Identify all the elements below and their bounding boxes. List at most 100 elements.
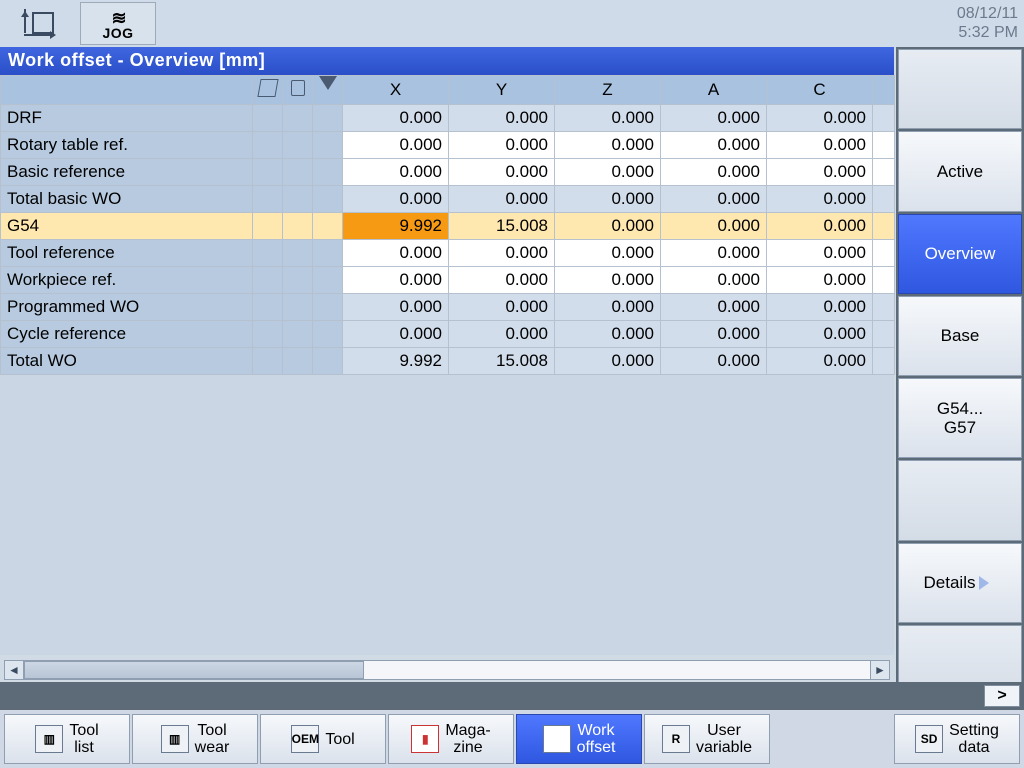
cell-C[interactable]: 0.000 [767, 213, 873, 240]
table-row[interactable]: Workpiece ref.0.0000.0000.0000.0000.000 [1, 267, 895, 294]
cell-A[interactable]: 0.000 [661, 213, 767, 240]
zigzag-icon: ≋ [111, 11, 124, 25]
softkey-tool-list[interactable]: ▥ Toollist [4, 714, 130, 764]
vkey-overview[interactable]: Overview [898, 214, 1022, 294]
cell-X[interactable]: 0.000 [343, 132, 449, 159]
cell-C[interactable]: 0.000 [767, 132, 873, 159]
cell-Y[interactable]: 0.000 [449, 186, 555, 213]
cell-Z[interactable]: 0.000 [555, 186, 661, 213]
cell-X[interactable]: 0.000 [343, 105, 449, 132]
col-header-pad [873, 76, 895, 105]
cell-X[interactable]: 0.000 [343, 159, 449, 186]
cell-Z[interactable]: 0.000 [555, 105, 661, 132]
time-text: 5:32 PM [957, 23, 1018, 42]
cell-Y[interactable]: 15.008 [449, 213, 555, 240]
vkey-base[interactable]: Base [898, 296, 1022, 376]
cell-Z[interactable]: 0.000 [555, 348, 661, 375]
offset-table: XYZACDRF0.0000.0000.0000.0000.000Rotary … [0, 75, 895, 375]
cell-A[interactable]: 0.000 [661, 267, 767, 294]
cell-Z[interactable]: 0.000 [555, 213, 661, 240]
horizontal-scrollbar[interactable]: ◄ ► [4, 660, 890, 680]
row-ico3 [313, 186, 343, 213]
cell-Z[interactable]: 0.000 [555, 132, 661, 159]
cell-A[interactable]: 0.000 [661, 348, 767, 375]
scroll-track[interactable] [24, 660, 870, 680]
cell-C[interactable]: 0.000 [767, 267, 873, 294]
vkey-active[interactable]: Active [898, 131, 1022, 211]
offset-table-area: XYZACDRF0.0000.0000.0000.0000.000Rotary … [0, 75, 894, 655]
cell-Z[interactable]: 0.000 [555, 240, 661, 267]
cell-A[interactable]: 0.000 [661, 321, 767, 348]
table-row[interactable]: Cycle reference0.0000.0000.0000.0000.000 [1, 321, 895, 348]
softkey-user-variable[interactable]: R Uservariable [644, 714, 770, 764]
scroll-right-button[interactable]: ► [870, 660, 890, 680]
cell-Z[interactable]: 0.000 [555, 321, 661, 348]
cell-A[interactable]: 0.000 [661, 240, 767, 267]
cell-X[interactable]: 9.992 [343, 348, 449, 375]
cell-A[interactable]: 0.000 [661, 159, 767, 186]
oem-icon: OEM [291, 725, 319, 753]
cell-Z[interactable]: 0.000 [555, 159, 661, 186]
softkey-tool-wear[interactable]: ▥ Toolwear [132, 714, 258, 764]
softkey-magazine[interactable]: ▮ Maga-zine [388, 714, 514, 764]
vkey-g54-g57[interactable]: G54...G57 [898, 378, 1022, 458]
more-chip[interactable]: > [984, 685, 1020, 707]
cell-X[interactable]: 0.000 [343, 186, 449, 213]
cell-Y[interactable]: 0.000 [449, 294, 555, 321]
table-row[interactable]: Tool reference0.0000.0000.0000.0000.000 [1, 240, 895, 267]
cell-X[interactable]: 9.992 [343, 213, 449, 240]
scroll-thumb[interactable] [24, 661, 364, 679]
softkey-setting-data[interactable]: SD Settingdata [894, 714, 1020, 764]
cell-X[interactable]: 0.000 [343, 294, 449, 321]
cell-A[interactable]: 0.000 [661, 294, 767, 321]
cell-X[interactable]: 0.000 [343, 321, 449, 348]
row-name: Tool reference [1, 240, 253, 267]
cell-Z[interactable]: 0.000 [555, 267, 661, 294]
row-name: Total WO [1, 348, 253, 375]
cell-Y[interactable]: 0.000 [449, 240, 555, 267]
table-row[interactable]: G549.99215.0080.0000.0000.000 [1, 213, 895, 240]
scroll-left-button[interactable]: ◄ [4, 660, 24, 680]
cell-C[interactable]: 0.000 [767, 105, 873, 132]
setting-data-icon: SD [915, 725, 943, 753]
col-header-Z: Z [555, 76, 661, 105]
jog-mode-icon[interactable]: ≋ JOG [80, 2, 156, 45]
coord-system-icon [2, 2, 78, 45]
cell-Y[interactable]: 0.000 [449, 321, 555, 348]
cell-X[interactable]: 0.000 [343, 267, 449, 294]
vkey-blank-5 [898, 460, 1022, 540]
row-ico3 [313, 159, 343, 186]
cell-C[interactable]: 0.000 [767, 159, 873, 186]
row-ico2 [283, 159, 313, 186]
cell-C[interactable]: 0.000 [767, 240, 873, 267]
cell-Y[interactable]: 0.000 [449, 159, 555, 186]
tool-list-icon: ▥ [35, 725, 63, 753]
softkey-label: Toollist [69, 722, 98, 756]
cell-Z[interactable]: 0.000 [555, 294, 661, 321]
cell-C[interactable]: 0.000 [767, 321, 873, 348]
row-ico3 [313, 105, 343, 132]
cell-Y[interactable]: 0.000 [449, 267, 555, 294]
cell-X[interactable]: 0.000 [343, 240, 449, 267]
vkey-details[interactable]: Details [898, 543, 1022, 623]
cell-C[interactable]: 0.000 [767, 294, 873, 321]
cell-A[interactable]: 0.000 [661, 132, 767, 159]
cell-A[interactable]: 0.000 [661, 186, 767, 213]
cell-C[interactable]: 0.000 [767, 348, 873, 375]
table-row[interactable]: DRF0.0000.0000.0000.0000.000 [1, 105, 895, 132]
cell-C[interactable]: 0.000 [767, 186, 873, 213]
cell-Y[interactable]: 0.000 [449, 105, 555, 132]
table-row[interactable]: Total WO9.99215.0080.0000.0000.000 [1, 348, 895, 375]
table-row[interactable]: Rotary table ref.0.0000.0000.0000.0000.0… [1, 132, 895, 159]
cell-A[interactable]: 0.000 [661, 105, 767, 132]
table-row[interactable]: Basic reference0.0000.0000.0000.0000.000 [1, 159, 895, 186]
table-row[interactable]: Total basic WO0.0000.0000.0000.0000.000 [1, 186, 895, 213]
row-ico1 [253, 186, 283, 213]
cell-Y[interactable]: 15.008 [449, 348, 555, 375]
cell-Y[interactable]: 0.000 [449, 132, 555, 159]
table-row[interactable]: Programmed WO0.0000.0000.0000.0000.000 [1, 294, 895, 321]
softkey-work-offset[interactable]: ◉ Workoffset [516, 714, 642, 764]
row-ico1 [253, 132, 283, 159]
softkey-oem-tool[interactable]: OEM Tool [260, 714, 386, 764]
col-header-A: A [661, 76, 767, 105]
